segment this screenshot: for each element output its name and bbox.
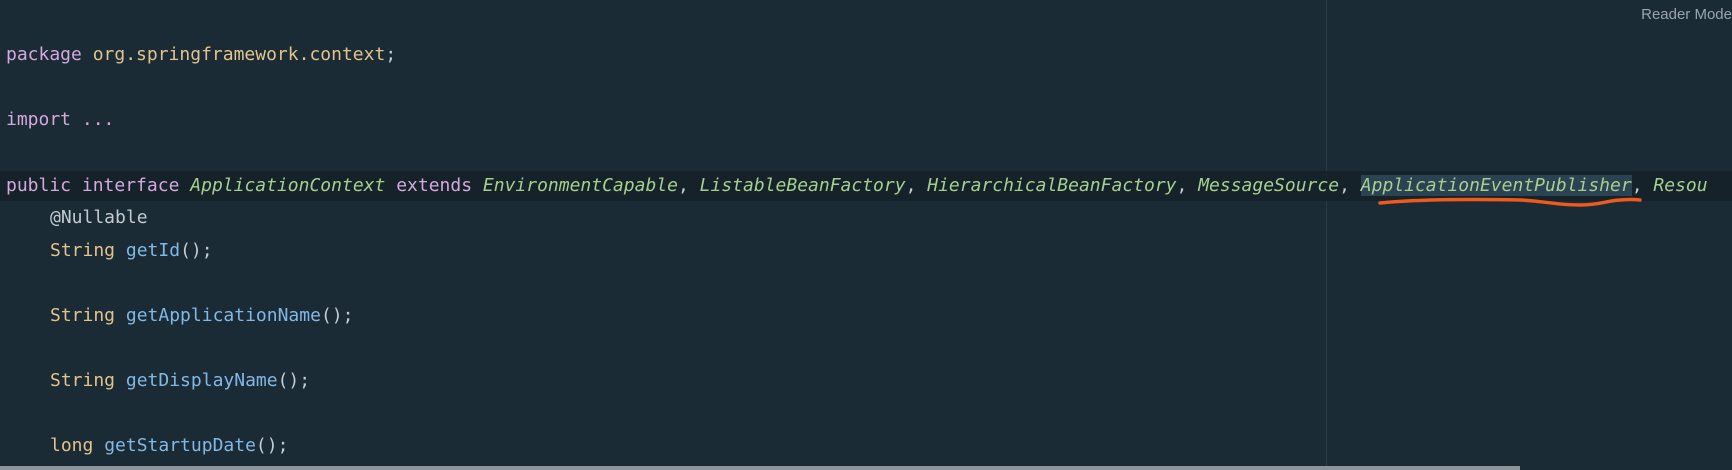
horizontal-scrollbar[interactable]	[0, 466, 1520, 470]
semicolon: ;	[385, 44, 397, 65]
method-parens: ();	[277, 370, 311, 391]
return-type: String	[50, 370, 116, 391]
code-line-get-id[interactable]: String getId();	[50, 236, 213, 266]
return-type: String	[50, 305, 116, 326]
keyword-import: import	[6, 109, 72, 130]
type-application-event-publisher[interactable]: ApplicationEventPublisher	[1360, 175, 1632, 196]
code-line-import[interactable]: import ...	[6, 105, 114, 135]
method-parens: ();	[180, 240, 213, 261]
separator: ,	[1176, 175, 1199, 196]
method-parens: ();	[320, 305, 354, 326]
package-name: org.springframework.context	[92, 44, 386, 65]
type-listable-bean-factory[interactable]: ListableBeanFactory	[700, 175, 906, 196]
type-environment-capable[interactable]: EnvironmentCapable	[483, 175, 678, 196]
code-line-get-application-name[interactable]: String getApplicationName();	[50, 301, 353, 331]
keyword-package: package	[6, 44, 82, 65]
code-line-nullable[interactable]: @Nullable	[50, 203, 148, 233]
keyword-public: public	[6, 175, 72, 196]
method-get-display-name[interactable]: getDisplayName	[126, 370, 278, 391]
keyword-interface: interface	[81, 175, 180, 196]
code-line-get-display-name[interactable]: String getDisplayName();	[50, 366, 310, 396]
type-hierarchical-bean-factory[interactable]: HierarchicalBeanFactory	[927, 175, 1176, 196]
code-line-get-startup-date[interactable]: long getStartupDate();	[50, 431, 288, 461]
code-editor[interactable]: Reader Mode package org.springframework.…	[0, 0, 1732, 470]
right-margin-guide	[1326, 0, 1327, 470]
method-get-application-name[interactable]: getApplicationName	[126, 305, 321, 326]
separator: ,	[677, 175, 700, 196]
interface-name[interactable]: ApplicationContext	[190, 175, 385, 196]
return-type: long	[50, 435, 94, 456]
method-get-id[interactable]: getId	[126, 240, 180, 261]
code-line-package[interactable]: package org.springframework.context;	[6, 40, 396, 70]
type-message-source[interactable]: MessageSource	[1198, 175, 1339, 196]
code-line-interface-declaration[interactable]: public interface ApplicationContext exte…	[0, 171, 1732, 201]
return-type: String	[50, 240, 116, 261]
folded-imports[interactable]: ...	[82, 109, 115, 130]
method-get-startup-date[interactable]: getStartupDate	[104, 435, 256, 456]
hand-drawn-underline	[1378, 197, 1642, 207]
keyword-extends: extends	[396, 175, 473, 196]
type-resource-truncated[interactable]: Resou	[1653, 175, 1707, 196]
method-parens: ();	[255, 435, 289, 456]
reader-mode-toggle[interactable]: Reader Mode	[1641, 6, 1732, 23]
separator: ,	[1631, 175, 1654, 196]
separator: ,	[905, 175, 928, 196]
separator: ,	[1339, 175, 1361, 196]
annotation-nullable: @Nullable	[50, 207, 148, 228]
